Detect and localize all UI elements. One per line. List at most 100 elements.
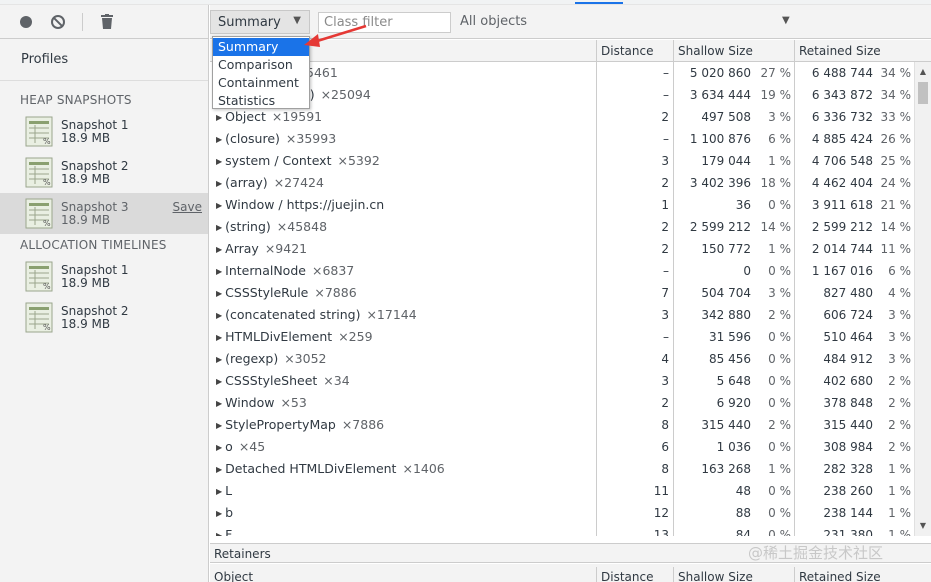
allocation-snapshot-2[interactable]: % Snapshot 2 18.9 MB <box>0 297 208 338</box>
svg-text:%: % <box>43 137 51 146</box>
clear-icon[interactable] <box>50 14 66 30</box>
expand-triangle-icon[interactable]: ▶ <box>216 487 222 496</box>
heap-snapshot-3[interactable]: % Snapshot 3 18.9 MB Save <box>0 193 208 234</box>
record-icon[interactable] <box>18 14 34 30</box>
table-row[interactable]: ▶ Window ×53 2 6 920 0 % 378 848 2 % <box>210 392 931 414</box>
expand-triangle-icon[interactable]: ▶ <box>216 135 222 144</box>
expand-triangle-icon[interactable]: ▶ <box>216 333 222 342</box>
constructors-grid: 5461–5 020 86027 %6 488 74434 %e)×25094–… <box>210 62 931 536</box>
retainers-shallow-header[interactable]: Shallow Size <box>673 567 794 582</box>
objects-select[interactable]: All objects <box>460 14 527 29</box>
scroll-up-icon[interactable]: ▲ <box>915 64 931 80</box>
trash-icon[interactable] <box>99 14 115 30</box>
distance-column-header[interactable]: Distance <box>596 40 673 62</box>
constructor-name: ▶ HTMLDivElement ×259 <box>216 326 373 349</box>
table-row[interactable]: ▶ L 11 48 0 % 238 260 1 % <box>210 480 931 502</box>
table-row[interactable]: ▶ (concatenated string) ×17144 3 342 880 2 % 6… <box>210 304 931 326</box>
retainers-retained-header[interactable]: Retained Size <box>794 567 931 582</box>
expand-triangle-icon[interactable]: ▶ <box>216 355 222 364</box>
retainers-object-header[interactable]: Object <box>210 567 596 582</box>
snapshot-icon: % <box>25 116 53 147</box>
object-count: ×7886 <box>341 417 385 432</box>
table-row[interactable]: ▶ (string) ×45848 2 2 599 212 14 % 2 599 212 14… <box>210 216 931 238</box>
shallow-pct-cell: 3 % <box>768 286 791 300</box>
expand-triangle-icon[interactable]: ▶ <box>216 289 222 298</box>
constructor-label: StylePropertyMap <box>225 417 336 432</box>
chevron-down-icon[interactable]: ▼ <box>782 15 790 26</box>
table-row[interactable]: ▶ F 13 84 0 % 231 380 1 % <box>210 524 931 536</box>
constructor-name: ▶ CSSStyleRule ×7886 <box>216 282 357 305</box>
table-row[interactable]: ▶ Array ×9421 2 150 772 1 % 2 014 744 11 % <box>210 238 931 260</box>
table-row[interactable]: ▶ b 12 88 0 % 238 144 1 % <box>210 502 931 524</box>
table-row[interactable]: ▶ Detached HTMLDivElement ×1406 8 163 268 1 %… <box>210 458 931 480</box>
retained-pct-cell: 1 % <box>888 484 911 498</box>
shallow-size-column-header[interactable]: Shallow Size <box>673 40 794 62</box>
retained-cell: 238 260 <box>823 484 873 498</box>
expand-triangle-icon[interactable]: ▶ <box>216 311 222 320</box>
retained-cell: 484 912 <box>823 352 873 366</box>
retainers-distance-header[interactable]: Distance <box>596 567 673 582</box>
expand-triangle-icon[interactable]: ▶ <box>216 223 222 232</box>
table-row[interactable]: 5461 – 5 020 860 27 % 6 488 744 34 % <box>210 62 931 84</box>
menu-item-containment[interactable]: Containment <box>213 74 309 92</box>
retained-size-column-header[interactable]: Retained Size <box>794 40 931 62</box>
table-row[interactable]: ▶ o ×45 6 1 036 0 % 308 984 2 % <box>210 436 931 458</box>
constructor-label: (array) <box>225 175 268 190</box>
retained-pct-cell: 14 % <box>880 220 912 234</box>
expand-triangle-icon[interactable]: ▶ <box>216 443 222 452</box>
retained-pct-cell: 3 % <box>888 308 911 322</box>
table-row[interactable]: ▶ (array) ×27424 2 3 402 396 18 % 4 462 404 24 … <box>210 172 931 194</box>
scrollbar-thumb[interactable] <box>918 82 928 104</box>
expand-triangle-icon[interactable]: ▶ <box>216 465 222 474</box>
constructor-name: 5461 <box>306 62 338 84</box>
table-row[interactable]: ▶ Window / https://juejin.cn 1 36 0 % 3 911 6… <box>210 194 931 216</box>
table-row[interactable]: ▶ (closure) ×35993 – 1 100 876 6 % 4 885 424 26… <box>210 128 931 150</box>
object-count: ×3052 <box>284 351 327 366</box>
view-select[interactable]: Summary ▼ <box>210 10 310 34</box>
constructor-name: ▶ InternalNode ×6837 <box>216 260 354 283</box>
expand-triangle-icon[interactable]: ▶ <box>216 267 222 276</box>
menu-item-comparison[interactable]: Comparison <box>213 56 309 74</box>
distance-cell: 2 <box>661 242 669 256</box>
svg-text:%: % <box>43 323 51 332</box>
expand-triangle-icon[interactable]: ▶ <box>216 113 222 122</box>
table-row[interactable]: ▶ CSSStyleSheet ×34 3 5 648 0 % 402 680 2 % <box>210 370 931 392</box>
distance-cell: 3 <box>661 374 669 388</box>
distance-cell: 2 <box>661 220 669 234</box>
distance-cell: 2 <box>661 396 669 410</box>
expand-triangle-icon[interactable]: ▶ <box>216 377 222 386</box>
scroll-down-icon[interactable]: ▼ <box>915 518 931 534</box>
save-snapshot-link[interactable]: Save <box>173 200 202 214</box>
shallow-cell: 2 599 212 <box>689 220 751 234</box>
expand-triangle-icon[interactable]: ▶ <box>216 157 222 166</box>
table-row[interactable]: ▶ system / Context ×5392 3 179 044 1 % 4 706 5… <box>210 150 931 172</box>
distance-cell: 6 <box>661 440 669 454</box>
grid-scrollbar[interactable]: ▲ ▼ <box>914 62 931 536</box>
shallow-pct-cell: 19 % <box>760 88 792 102</box>
expand-triangle-icon[interactable]: ▶ <box>216 531 222 536</box>
heap-snapshot-1[interactable]: % Snapshot 1 18.9 MB <box>0 111 208 152</box>
expand-triangle-icon[interactable]: ▶ <box>216 245 222 254</box>
snapshot-icon: % <box>25 261 53 292</box>
menu-item-summary[interactable]: Summary <box>213 38 309 56</box>
svg-text:%: % <box>43 282 51 291</box>
table-row[interactable]: e)×25094 – 3 634 444 19 % 6 343 872 34 % <box>210 84 931 106</box>
heap-snapshot-2[interactable]: % Snapshot 2 18.9 MB <box>0 152 208 193</box>
table-row[interactable]: ▶ InternalNode ×6837 – 0 0 % 1 167 016 6 % <box>210 260 931 282</box>
expand-triangle-icon[interactable]: ▶ <box>216 421 222 430</box>
table-row[interactable]: ▶ Object ×19591 2 497 508 3 % 6 336 732 33 % <box>210 106 931 128</box>
expand-triangle-icon[interactable]: ▶ <box>216 509 222 518</box>
object-count: ×5392 <box>337 153 380 168</box>
expand-triangle-icon[interactable]: ▶ <box>216 201 222 210</box>
retained-cell: 4 885 424 <box>811 132 873 146</box>
retained-cell: 282 328 <box>823 462 873 476</box>
menu-item-statistics[interactable]: Statistics <box>213 92 309 110</box>
distance-cell: 8 <box>661 462 669 476</box>
table-row[interactable]: ▶ StylePropertyMap ×7886 8 315 440 2 % 315 440… <box>210 414 931 436</box>
expand-triangle-icon[interactable]: ▶ <box>216 179 222 188</box>
table-row[interactable]: ▶ (regexp) ×3052 4 85 456 0 % 484 912 3 % <box>210 348 931 370</box>
expand-triangle-icon[interactable]: ▶ <box>216 399 222 408</box>
table-row[interactable]: ▶ CSSStyleRule ×7886 7 504 704 3 % 827 480 4 % <box>210 282 931 304</box>
table-row[interactable]: ▶ HTMLDivElement ×259 – 31 596 0 % 510 464 3 % <box>210 326 931 348</box>
allocation-snapshot-1[interactable]: % Snapshot 1 18.9 MB <box>0 256 208 297</box>
